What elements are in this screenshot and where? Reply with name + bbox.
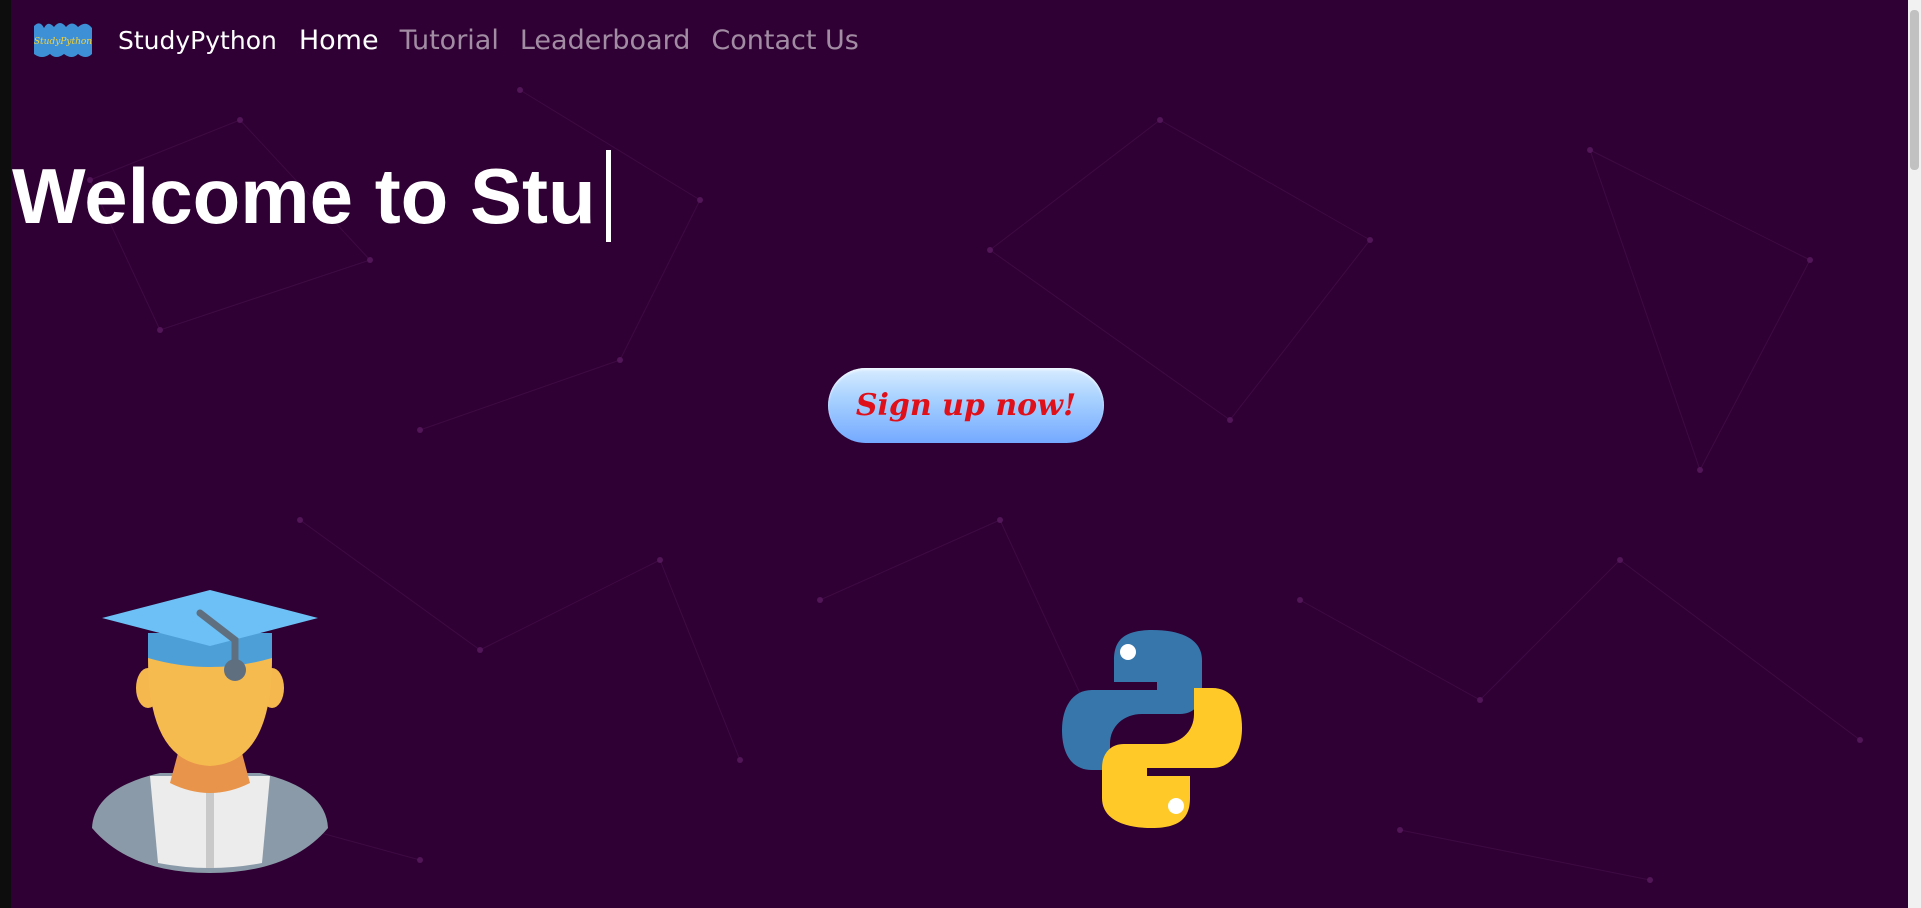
scrollbar[interactable] (1908, 0, 1921, 908)
python-logo-icon (1062, 630, 1242, 828)
navbar: StudyPython StudyPython Home Tutorial Le… (30, 18, 880, 62)
logo-link[interactable]: StudyPython (30, 18, 96, 62)
left-edge-strip (0, 0, 11, 908)
nav-link-tutorial[interactable]: Tutorial (400, 25, 499, 56)
logo-text: StudyPython (34, 37, 92, 47)
hero-headline: Welcome to Stu (12, 150, 611, 242)
nav-links: Home Tutorial Leaderboard Contact Us (299, 25, 880, 56)
hero-headline-text: Welcome to Stu (12, 151, 596, 240)
nav-link-leaderboard[interactable]: Leaderboard (520, 25, 691, 56)
nav-link-contact-us[interactable]: Contact Us (711, 25, 858, 56)
signup-button[interactable]: Sign up now! (828, 368, 1104, 443)
graduate-illustration (92, 590, 328, 873)
typing-caret (605, 150, 611, 242)
logo-icon: StudyPython (34, 23, 92, 57)
page: StudyPython StudyPython Home Tutorial Le… (0, 0, 1921, 908)
brand-link[interactable]: StudyPython (118, 26, 277, 55)
scrollbar-thumb[interactable] (1910, 10, 1919, 170)
nav-link-home[interactable]: Home (299, 25, 379, 56)
